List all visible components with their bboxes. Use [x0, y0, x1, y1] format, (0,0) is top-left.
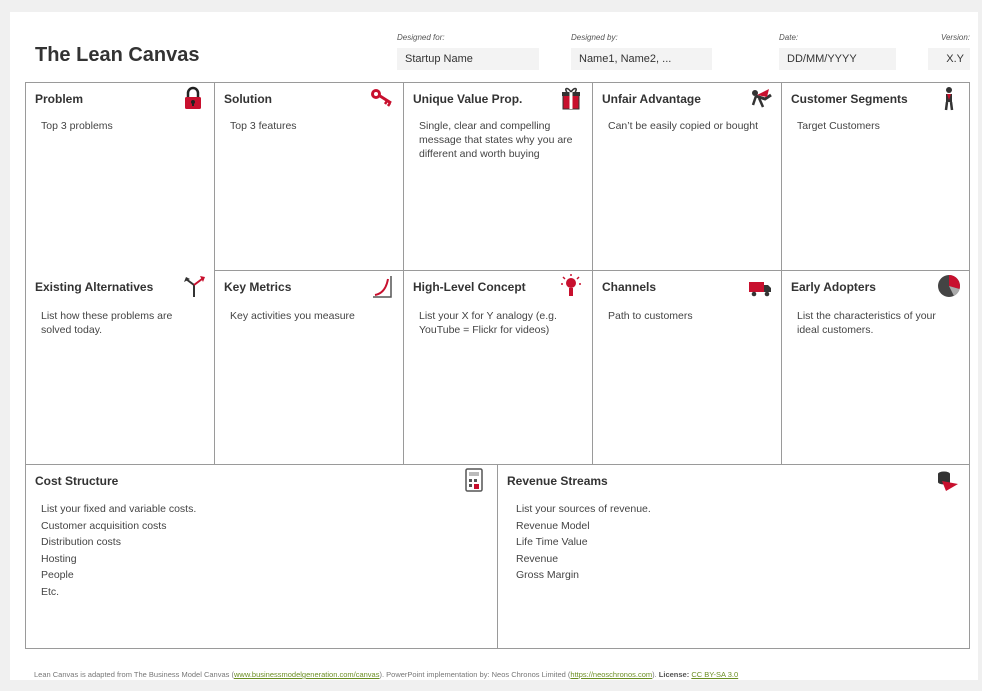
version-field: Version: X.Y — [928, 32, 970, 70]
revenue-item: Revenue Model — [516, 519, 590, 532]
designed-by-label: Designed by: — [571, 33, 618, 42]
high-level-concept-block[interactable]: High-Level Concept List your X for Y ana… — [404, 271, 593, 465]
license-link[interactable]: CC BY-SA 3.0 — [691, 670, 738, 679]
channels-title: Channels — [602, 280, 657, 294]
arrows-icon — [184, 276, 205, 297]
high-level-concept-title: High-Level Concept — [413, 280, 526, 294]
unique-value-prop-text: Single, clear and compelling message tha… — [419, 120, 573, 160]
early-adopters-text: List the characteristics of your ideal c… — [797, 310, 936, 336]
neoschronos-link[interactable]: https://neoschronos.com — [570, 670, 652, 679]
canvas-grid: Problem Top 3 problems Solution Top 3 fe… — [25, 82, 970, 649]
gift-icon — [562, 87, 580, 110]
key-metrics-title: Key Metrics — [224, 280, 292, 294]
pie-icon — [938, 275, 960, 297]
early-adopters-title: Early Adopters — [791, 280, 876, 294]
chart-icon — [373, 276, 392, 298]
cost-item: People — [41, 569, 74, 581]
cost-item: Hosting — [41, 552, 77, 565]
cost-structure-block[interactable]: Cost Structure List your fixed and varia… — [26, 465, 498, 648]
customer-segments-block[interactable]: Customer Segments Target Customers — [782, 83, 970, 271]
cost-item: Etc. — [41, 585, 60, 598]
calculator-icon — [465, 468, 483, 492]
unfair-advantage-block[interactable]: Unfair Advantage Can’t be easily copied … — [593, 83, 782, 271]
cost-structure-title: Cost Structure — [35, 474, 119, 488]
revenue-item: List your sources of revenue. — [516, 503, 651, 515]
designed-for-label: Designed for: — [397, 33, 445, 42]
channels-block[interactable]: Channels Path to customers — [593, 271, 782, 465]
customer-segments-text: Target Customers — [797, 120, 880, 132]
version-input[interactable]: X.Y — [928, 48, 970, 70]
solution-text: Top 3 features — [230, 120, 297, 132]
footer-text: Lean Canvas is adapted from The Business… — [34, 670, 234, 679]
cost-item: List your fixed and variable costs. — [41, 503, 197, 515]
lightbulb-icon — [561, 274, 581, 296]
key-metrics-text: Key activities you measure — [230, 310, 355, 322]
footer-attribution: Lean Canvas is adapted from The Business… — [34, 670, 738, 679]
solution-title: Solution — [224, 92, 272, 106]
footer-text: ). PowerPoint implementation by: Neos Ch… — [379, 670, 571, 679]
unique-value-prop-block[interactable]: Unique Value Prop. Single, clear and com… — [404, 83, 593, 271]
truck-icon — [749, 282, 771, 297]
existing-alternatives-title: Existing Alternatives — [35, 280, 154, 294]
key-icon — [371, 89, 392, 107]
designed-for-field: Designed for: Startup Name — [397, 32, 539, 70]
cost-item: Customer acquisition costs — [41, 519, 167, 532]
cost-structure-list: List your fixed and variable costs. Cust… — [41, 501, 483, 600]
revenue-streams-block[interactable]: Revenue Streams List your sources of rev… — [498, 465, 970, 648]
customer-segments-title: Customer Segments — [791, 92, 908, 106]
date-input[interactable]: DD/MM/YYYY — [779, 48, 896, 70]
cost-item: Distribution costs — [41, 536, 121, 548]
money-icon — [938, 471, 958, 491]
revenue-streams-list: List your sources of revenue. Revenue Mo… — [516, 501, 956, 584]
existing-alternatives-text: List how these problems are solved today… — [41, 310, 173, 336]
footer-text: ). — [652, 670, 659, 679]
existing-alternatives-block[interactable]: Existing Alternatives List how these pro… — [26, 271, 215, 465]
high-level-concept-text: List your X for Y analogy (e.g. YouTube … — [419, 310, 557, 336]
early-adopters-block[interactable]: Early Adopters List the characteristics … — [782, 271, 970, 465]
lean-canvas-page: The Lean Canvas Designed for: Startup Na… — [10, 12, 978, 680]
revenue-streams-title: Revenue Streams — [507, 474, 608, 488]
designed-for-input[interactable]: Startup Name — [397, 48, 539, 70]
lock-icon — [185, 86, 201, 109]
channels-text: Path to customers — [608, 310, 693, 322]
problem-text: Top 3 problems — [41, 120, 113, 132]
revenue-item: Gross Margin — [516, 569, 580, 581]
unfair-advantage-title: Unfair Advantage — [602, 92, 701, 106]
date-label: Date: — [779, 33, 799, 42]
page-title: The Lean Canvas — [35, 44, 200, 66]
unique-value-prop-title: Unique Value Prop. — [413, 92, 523, 106]
designed-by-field: Designed by: Name1, Name2, ... — [571, 32, 712, 70]
date-field: Date: DD/MM/YYYY — [779, 32, 896, 70]
business-model-link[interactable]: www.businessmodelgeneration.com/canvas — [234, 670, 380, 679]
revenue-item: Life Time Value — [516, 536, 588, 548]
version-label: Version: — [940, 33, 970, 42]
key-metrics-block[interactable]: Key Metrics Key activities you measure — [215, 271, 404, 465]
revenue-item: Revenue — [516, 552, 559, 565]
license-label: License: — [658, 670, 690, 679]
person-icon — [944, 87, 954, 111]
designed-by-input[interactable]: Name1, Name2, ... — [571, 48, 712, 70]
unfair-advantage-text: Can’t be easily copied or bought — [608, 120, 759, 132]
problem-title: Problem — [35, 92, 84, 106]
superhero-icon — [751, 89, 772, 108]
solution-block[interactable]: Solution Top 3 features — [215, 83, 404, 271]
